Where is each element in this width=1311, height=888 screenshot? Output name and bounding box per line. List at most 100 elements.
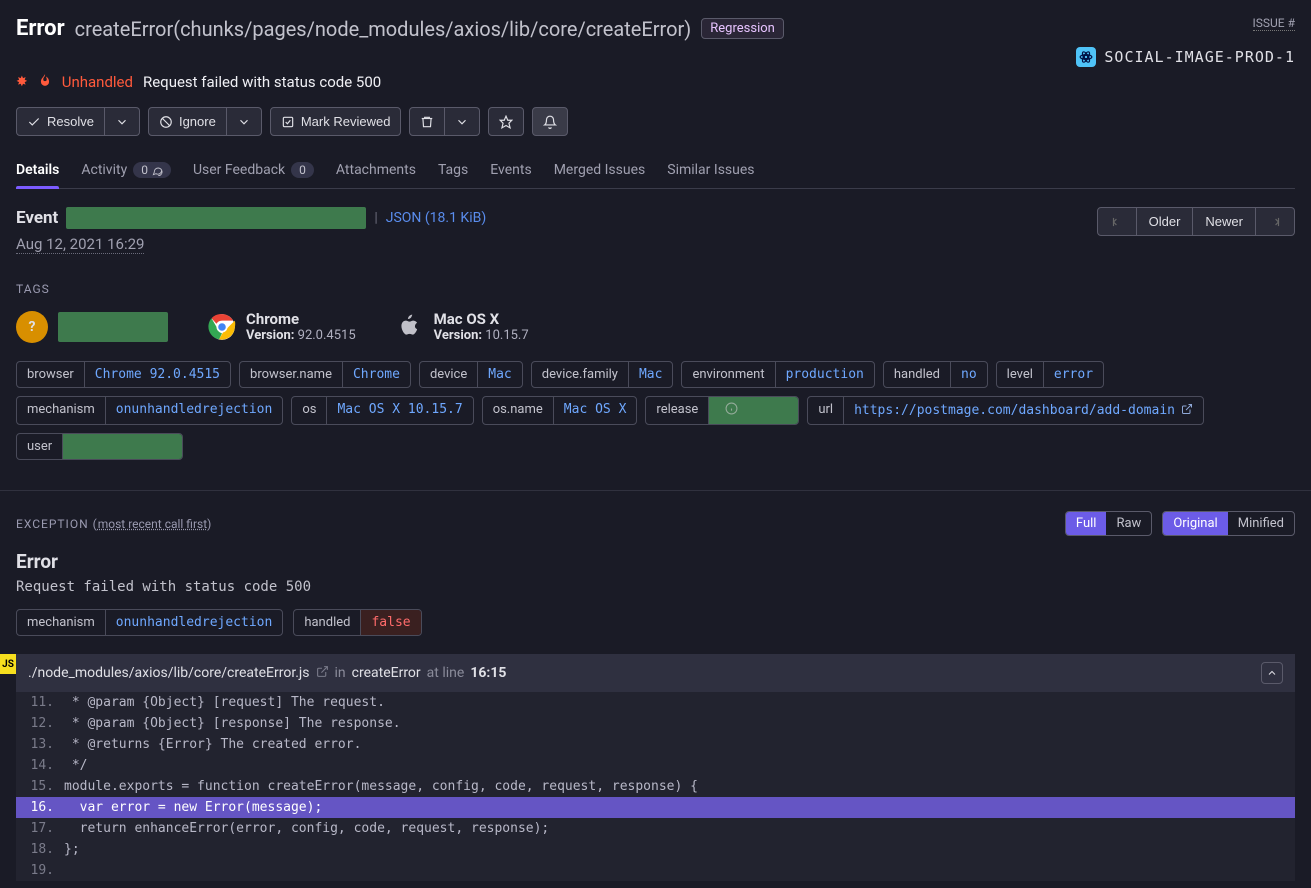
tag-pill[interactable]: osMac OS X 10.15.7 <box>291 396 473 425</box>
pill-mechanism[interactable]: mechanism onunhandledrejection <box>16 609 283 636</box>
code-block: 11. * @param {Object} [request] The requ… <box>16 692 1295 881</box>
resolve-button[interactable]: Resolve <box>16 107 105 136</box>
tag-pill[interactable]: release <box>645 396 799 425</box>
tags-heading: TAGS <box>16 282 1295 296</box>
mark-reviewed-button[interactable]: Mark Reviewed <box>270 107 402 136</box>
separator: | <box>374 210 377 226</box>
issue-tabs: Details Activity 0 User Feedback 0 Attac… <box>16 152 1295 189</box>
call-order[interactable]: most recent call first <box>98 517 207 531</box>
code-line: 17. return enhanceError(error, config, c… <box>16 818 1295 839</box>
event-id-redacted <box>66 207 366 229</box>
code-line: 13. * @returns {Error} The created error… <box>16 734 1295 755</box>
tag-pill[interactable]: os.nameMac OS X <box>482 396 638 425</box>
browser-name: Chrome <box>246 310 356 328</box>
issue-number-label[interactable]: ISSUE # <box>1253 16 1295 31</box>
code-line: 19. <box>16 860 1295 881</box>
tag-pill[interactable]: mechanismonunhandledrejection <box>16 396 283 425</box>
resolve-label: Resolve <box>47 114 94 129</box>
toggle-original[interactable]: Original <box>1163 512 1227 535</box>
feedback-count: 0 <box>291 162 314 178</box>
delete-button[interactable] <box>409 107 445 136</box>
tag-pill[interactable]: environmentproduction <box>681 361 874 388</box>
error-reason: Request failed with status code 500 <box>143 73 381 91</box>
error-type-heading: Error <box>16 550 1295 573</box>
tag-pills: browserChrome 92.0.4515 browser.nameChrom… <box>16 361 1295 460</box>
chrome-icon <box>208 313 236 341</box>
frame-header[interactable]: ./node_modules/axios/lib/core/createErro… <box>16 654 1295 692</box>
tag-pill[interactable]: browser.nameChrome <box>239 361 411 388</box>
tab-user-feedback[interactable]: User Feedback 0 <box>193 152 314 188</box>
tab-events[interactable]: Events <box>490 152 531 188</box>
tag-pill[interactable]: deviceMac <box>419 361 523 388</box>
unhandled-label: Unhandled <box>62 73 133 91</box>
activity-count: 0 <box>133 162 171 178</box>
tab-attachments[interactable]: Attachments <box>336 152 416 188</box>
project-icon <box>1076 47 1096 67</box>
delete-dropdown[interactable] <box>445 107 480 136</box>
mark-reviewed-label: Mark Reviewed <box>301 114 391 129</box>
error-message: Request failed with status code 500 <box>16 579 1295 595</box>
tab-tags[interactable]: Tags <box>438 152 468 188</box>
external-link-icon[interactable] <box>316 665 329 682</box>
pager-older[interactable]: Older <box>1137 207 1194 236</box>
ignore-button[interactable]: Ignore <box>148 107 227 136</box>
view-toggle: Full Raw <box>1065 511 1152 536</box>
js-badge: JS <box>0 654 16 674</box>
tag-pill[interactable]: device.familyMac <box>531 361 674 388</box>
json-link[interactable]: JSON (18.1 KiB) <box>386 210 486 226</box>
tag-pill[interactable]: urlhttps://postmage.com/dashboard/add-do… <box>807 396 1204 425</box>
code-line: 16. var error = new Error(message); <box>16 797 1295 818</box>
frame-function: createError <box>352 665 421 681</box>
tab-similar[interactable]: Similar Issues <box>667 152 754 188</box>
tab-activity[interactable]: Activity 0 <box>81 152 171 188</box>
collapse-frame-button[interactable] <box>1261 662 1283 684</box>
frame-path: ./node_modules/axios/lib/core/createErro… <box>28 665 310 681</box>
stack-trace: JS ./node_modules/axios/lib/core/createE… <box>16 654 1295 881</box>
toggle-full[interactable]: Full <box>1066 512 1107 535</box>
ignore-dropdown[interactable] <box>227 107 262 136</box>
code-line: 14. */ <box>16 755 1295 776</box>
code-line: 18.}; <box>16 839 1295 860</box>
regression-badge: Regression <box>701 18 784 39</box>
apple-icon <box>396 313 424 341</box>
fire-icon <box>38 73 52 91</box>
pager-first[interactable] <box>1097 207 1137 236</box>
frame-line: 16:15 <box>470 665 506 681</box>
pager-newer[interactable]: Newer <box>1193 207 1256 236</box>
tab-activity-label: Activity <box>81 162 127 178</box>
tab-feedback-label: User Feedback <box>193 162 285 178</box>
error-type-icon: ✸ <box>16 74 28 90</box>
event-timestamp: Aug 12, 2021 16:29 <box>16 235 144 254</box>
toggle-minified[interactable]: Minified <box>1228 512 1294 535</box>
code-line: 12. * @param {Object} [response] The res… <box>16 713 1295 734</box>
event-header: Event | JSON (18.1 KiB) Aug 12, 2021 16:… <box>16 207 1295 254</box>
exception-title: EXCEPTION (most recent call first) <box>16 517 212 531</box>
resolve-dropdown[interactable] <box>105 107 140 136</box>
user-redacted <box>58 312 168 342</box>
event-label: Event <box>16 208 58 228</box>
action-bar: Resolve Ignore Mark Reviewed <box>16 107 1295 136</box>
code-line: 11. * @param {Object} [request] The requ… <box>16 692 1295 713</box>
user-avatar[interactable]: ? <box>16 311 48 343</box>
tab-details[interactable]: Details <box>16 152 59 188</box>
source-toggle: Original Minified <box>1162 511 1295 536</box>
issue-type: Error <box>16 16 65 41</box>
ignore-label: Ignore <box>179 114 216 129</box>
issue-header: Error createError(chunks/pages/node_modu… <box>16 0 1295 91</box>
subscribe-button[interactable] <box>532 107 568 136</box>
os-name: Mac OS X <box>434 310 529 328</box>
issue-culprit: createError(chunks/pages/node_modules/ax… <box>75 17 692 41</box>
tag-pill[interactable]: browserChrome 92.0.4515 <box>16 361 231 388</box>
event-pager: Older Newer <box>1097 207 1295 236</box>
bookmark-button[interactable] <box>488 107 524 136</box>
tab-merged[interactable]: Merged Issues <box>554 152 646 188</box>
project-name[interactable]: SOCIAL-IMAGE-PROD-1 <box>1104 48 1295 66</box>
tag-pill[interactable]: handledno <box>883 361 988 388</box>
tag-pill[interactable]: levelerror <box>996 361 1104 388</box>
external-link-icon[interactable] <box>1181 403 1193 419</box>
pill-handled[interactable]: handled false <box>293 609 421 636</box>
toggle-raw[interactable]: Raw <box>1106 512 1151 535</box>
pager-last[interactable] <box>1256 207 1295 236</box>
code-line: 15.module.exports = function createError… <box>16 776 1295 797</box>
tag-pill[interactable]: user <box>16 433 183 460</box>
